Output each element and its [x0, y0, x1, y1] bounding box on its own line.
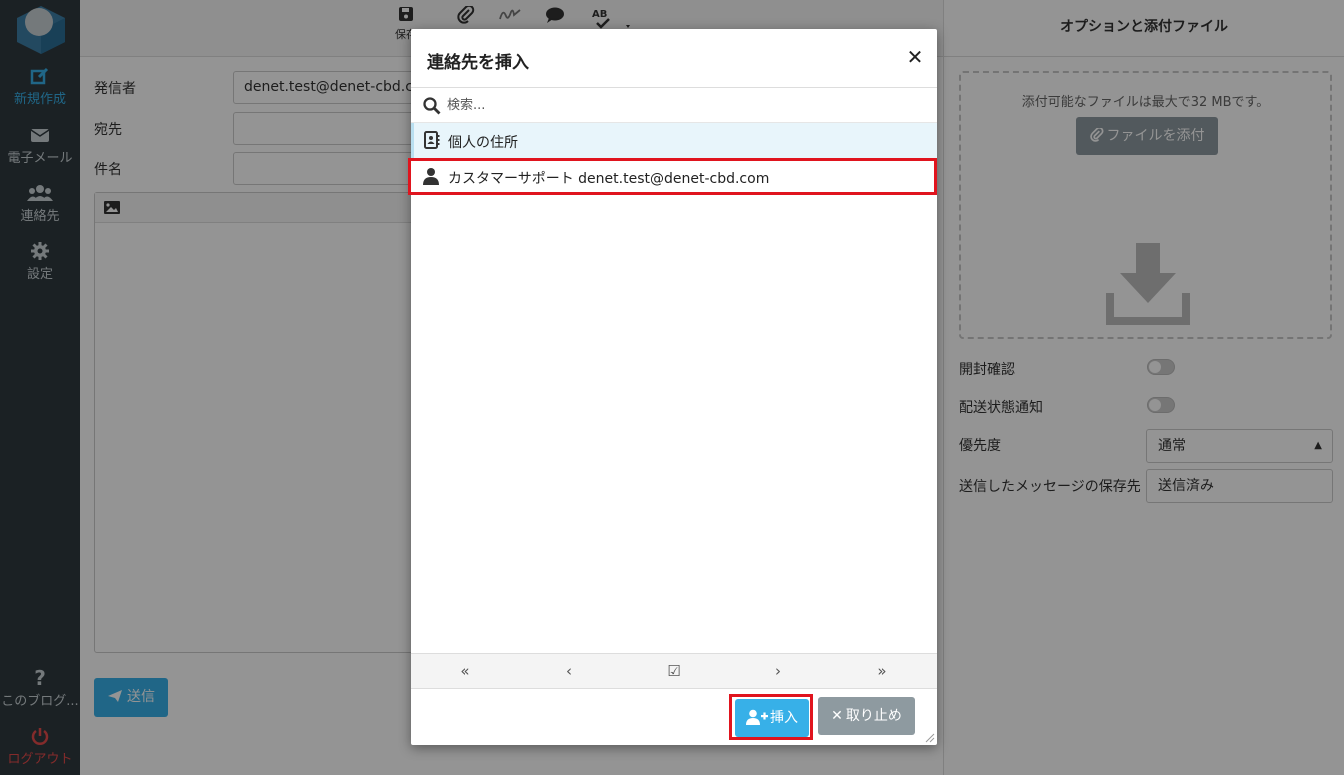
cancel-label: 取り止め: [845, 708, 902, 724]
address-book-label: 個人の住所: [448, 135, 518, 151]
select-all-button[interactable]: ☑: [654, 654, 694, 688]
cancel-button[interactable]: ✕ 取り止め: [818, 697, 915, 735]
cancel-icon: ✕: [831, 708, 843, 724]
last-page-button[interactable]: »: [862, 654, 902, 688]
search-icon: [423, 97, 441, 115]
dialog-title: 連絡先を挿入: [427, 53, 529, 73]
contact-highlight-box: [408, 158, 937, 195]
address-book-icon: [424, 131, 440, 149]
resize-grip-icon[interactable]: [925, 733, 935, 743]
insert-contact-dialog: 連絡先を挿入 ✕ 個人の住所 カスタマーサポート denet.test@dene…: [408, 29, 937, 745]
pagination: « ‹ ☑ › »: [411, 653, 937, 689]
contact-search: [411, 88, 937, 123]
first-page-button[interactable]: «: [445, 654, 485, 688]
search-input[interactable]: [447, 93, 917, 117]
address-book-item[interactable]: 個人の住所: [411, 123, 937, 158]
close-icon[interactable]: ✕: [905, 47, 925, 67]
next-page-button[interactable]: ›: [758, 654, 798, 688]
insert-highlight-box: [729, 694, 813, 740]
prev-page-button[interactable]: ‹: [549, 654, 589, 688]
